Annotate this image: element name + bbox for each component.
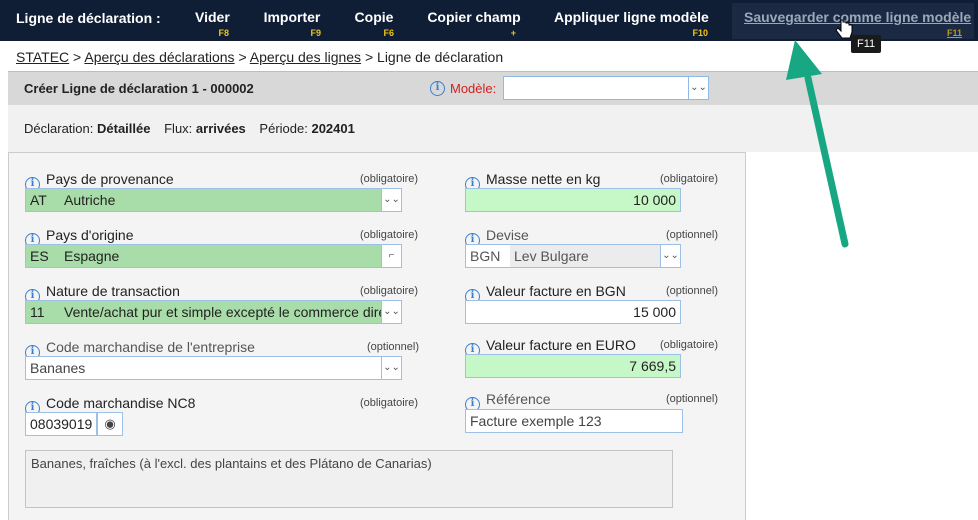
optional-tag: (optionnel) (666, 285, 718, 297)
required-tag: (obligatoire) (360, 229, 419, 241)
reference-input[interactable]: Facture exemple 123 (465, 409, 683, 433)
info-icon[interactable]: i (430, 81, 445, 96)
optional-tag: (optionnel) (666, 229, 718, 241)
toolbar-title: Ligne de déclaration : (16, 10, 161, 26)
breadcrumb-sep: > (73, 49, 82, 65)
flux-label: Flux: (164, 121, 193, 136)
chevron-down-icon[interactable]: ⌄⌄ (381, 357, 401, 379)
breadcrumb-sep: > (238, 49, 247, 65)
valeur-euro-input[interactable]: 7 669,5 (465, 354, 681, 378)
chevron-down-icon[interactable]: ⌄⌄ (688, 77, 708, 99)
copy-field-button[interactable]: Copier champ + (427, 3, 521, 39)
required-tag: (obligatoire) (660, 339, 719, 351)
form-header: Créer Ligne de déclaration 1 - 000002 i … (8, 71, 978, 105)
toolbar: Ligne de déclaration : Vider F8 Importer… (0, 0, 978, 41)
breadcrumb-sep: > (364, 49, 374, 65)
code-nc8-input[interactable]: 08039019 (25, 412, 97, 436)
declaration-value: Détaillée (97, 121, 151, 136)
periode-value: 202401 (311, 121, 355, 136)
breadcrumb: STATEC > Aperçu des déclarations > Aperç… (16, 49, 503, 65)
chevron-down-icon[interactable]: ⌄⌄ (660, 245, 680, 267)
clear-button[interactable]: Vider F8 (195, 3, 230, 39)
optional-tag: (optionnel) (666, 393, 718, 405)
optional-tag: (optionnel) (367, 341, 419, 353)
periode-label: Période: (259, 121, 308, 136)
required-tag: (obligatoire) (360, 397, 419, 409)
required-tag: (obligatoire) (360, 285, 419, 297)
declaration-label: Déclaration: (24, 121, 94, 136)
apply-template-button[interactable]: Appliquer ligne modèle F10 (554, 3, 709, 39)
copy-button[interactable]: Copie F6 (354, 3, 394, 39)
eye-icon[interactable]: ◉ (97, 412, 123, 436)
chevron-down-icon[interactable]: ⌄⌄ (381, 301, 401, 323)
flux-value: arrivées (195, 121, 246, 136)
chevron-down-icon[interactable]: ⌄⌄ (381, 189, 401, 211)
valeur-bgn-input[interactable]: 15 000 (465, 300, 681, 324)
model-label: Modèle: (450, 81, 497, 96)
required-tag: (obligatoire) (660, 173, 719, 185)
masse-nette-input[interactable]: 10 000 (465, 188, 681, 212)
devise-select[interactable]: BGN Lev Bulgare ⌄⌄ (465, 244, 681, 268)
goods-description: Bananes, fraîches (à l'excl. des plantai… (25, 450, 673, 508)
breadcrumb-statec[interactable]: STATEC (16, 49, 69, 65)
save-as-template-button[interactable]: Sauvegarder comme ligne modèle F11 (732, 3, 974, 39)
breadcrumb-current: Ligne de déclaration (377, 49, 504, 65)
pays-origine-select[interactable]: ES Espagne ⌐ (25, 244, 402, 268)
breadcrumb-declarations[interactable]: Aperçu des déclarations (84, 49, 234, 65)
declaration-summary: Déclaration: Détaillée Flux: arrivées Pé… (8, 105, 978, 152)
nature-transaction-select[interactable]: 11 Vente/achat pur et simple excepté le … (25, 300, 402, 324)
expand-icon[interactable]: ⌐ (381, 245, 401, 267)
breadcrumb-lines[interactable]: Aperçu des lignes (250, 49, 361, 65)
model-select[interactable]: ⌄⌄ (503, 76, 709, 100)
required-tag: (obligatoire) (360, 173, 419, 185)
code-entreprise-select[interactable]: Bananes ⌄⌄ (25, 356, 402, 380)
shortcut-tooltip: F11 (851, 35, 882, 53)
pays-provenance-select[interactable]: AT Autriche ⌄⌄ (25, 188, 402, 212)
import-button[interactable]: Importer F9 (263, 3, 321, 39)
page-title: Créer Ligne de déclaration 1 - 000002 (24, 81, 254, 96)
